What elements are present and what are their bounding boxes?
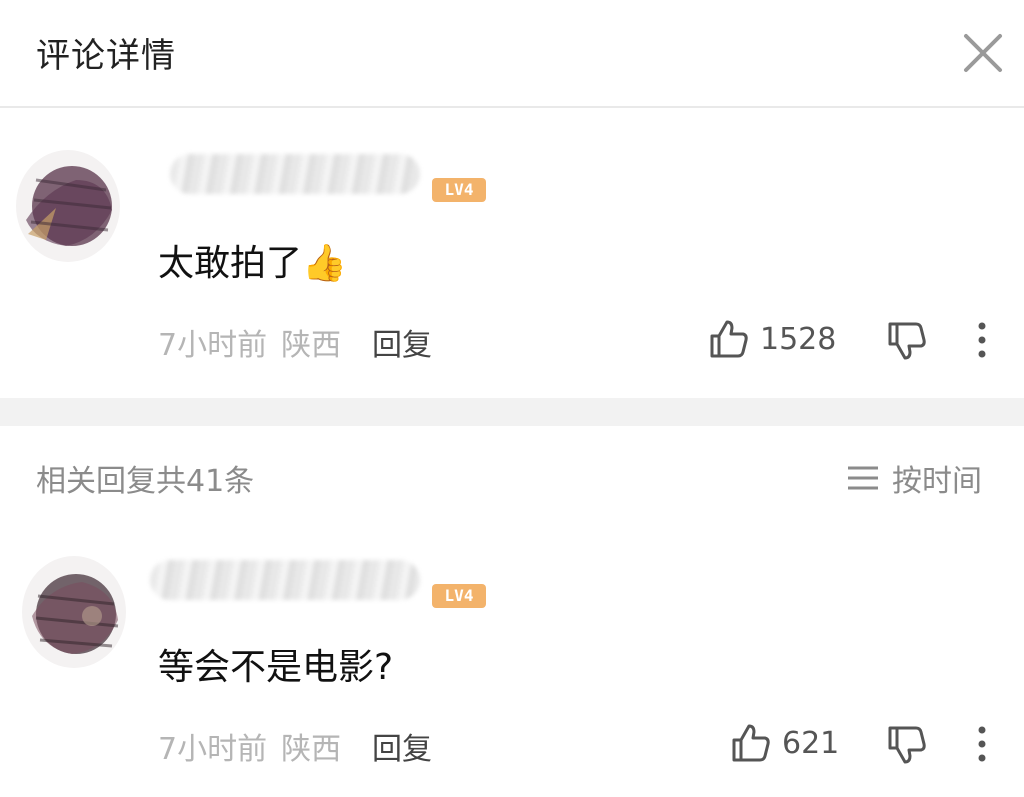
sort-label: 按时间 <box>892 464 982 499</box>
reply-text: 等会不是电影? <box>158 647 394 688</box>
like-button[interactable]: 621 <box>730 722 839 764</box>
comment-text: 太敢拍了👍 <box>158 243 347 284</box>
section-separator <box>0 398 1024 426</box>
reply-time: 7小时前 <box>158 732 268 767</box>
comment-time: 7小时前 <box>158 328 268 363</box>
avatar[interactable] <box>22 556 126 668</box>
like-button[interactable]: 1528 <box>708 318 836 360</box>
dislike-button[interactable] <box>886 724 928 770</box>
thumbs-up-icon <box>710 320 748 358</box>
page-title: 评论详情 <box>36 36 176 76</box>
like-count: 1528 <box>760 321 837 357</box>
reply-button[interactable]: 回复 <box>372 724 432 768</box>
comment-meta: 7小时前 陕西 <box>158 320 355 364</box>
reply-location: 陕西 <box>281 732 342 767</box>
more-vertical-icon <box>978 322 986 358</box>
reply-item: LV4 等会不是电影? 7小时前 陕西 回复 621 <box>0 522 1024 797</box>
reply-meta: 7小时前 陕西 <box>158 724 355 768</box>
level-badge: LV4 <box>432 584 486 608</box>
level-badge: LV4 <box>432 178 486 202</box>
avatar[interactable] <box>16 150 120 262</box>
close-icon <box>964 34 1002 72</box>
more-vertical-icon <box>978 726 986 762</box>
comment-location: 陕西 <box>281 328 342 363</box>
like-count: 621 <box>782 725 840 761</box>
username-blurred[interactable] <box>150 560 420 600</box>
sort-by-time-button[interactable]: 按时间 <box>846 456 982 500</box>
close-button[interactable] <box>960 30 1006 76</box>
thumbs-up-icon <box>732 724 770 762</box>
username-blurred[interactable] <box>170 154 420 194</box>
header-bar: 评论详情 <box>0 0 1024 108</box>
more-options-button[interactable] <box>974 724 990 768</box>
thumbs-down-icon <box>888 726 926 764</box>
menu-lines-icon <box>848 466 878 490</box>
thumbs-down-icon <box>888 322 926 360</box>
replies-header: 相关回复共41条 按时间 <box>0 426 1024 522</box>
reply-button[interactable]: 回复 <box>372 320 432 364</box>
dislike-button[interactable] <box>886 320 928 366</box>
replies-count-label: 相关回复共41条 <box>36 464 255 499</box>
more-options-button[interactable] <box>974 320 990 364</box>
main-comment: LV4 太敢拍了👍 7小时前 陕西 回复 1528 <box>0 106 1024 398</box>
